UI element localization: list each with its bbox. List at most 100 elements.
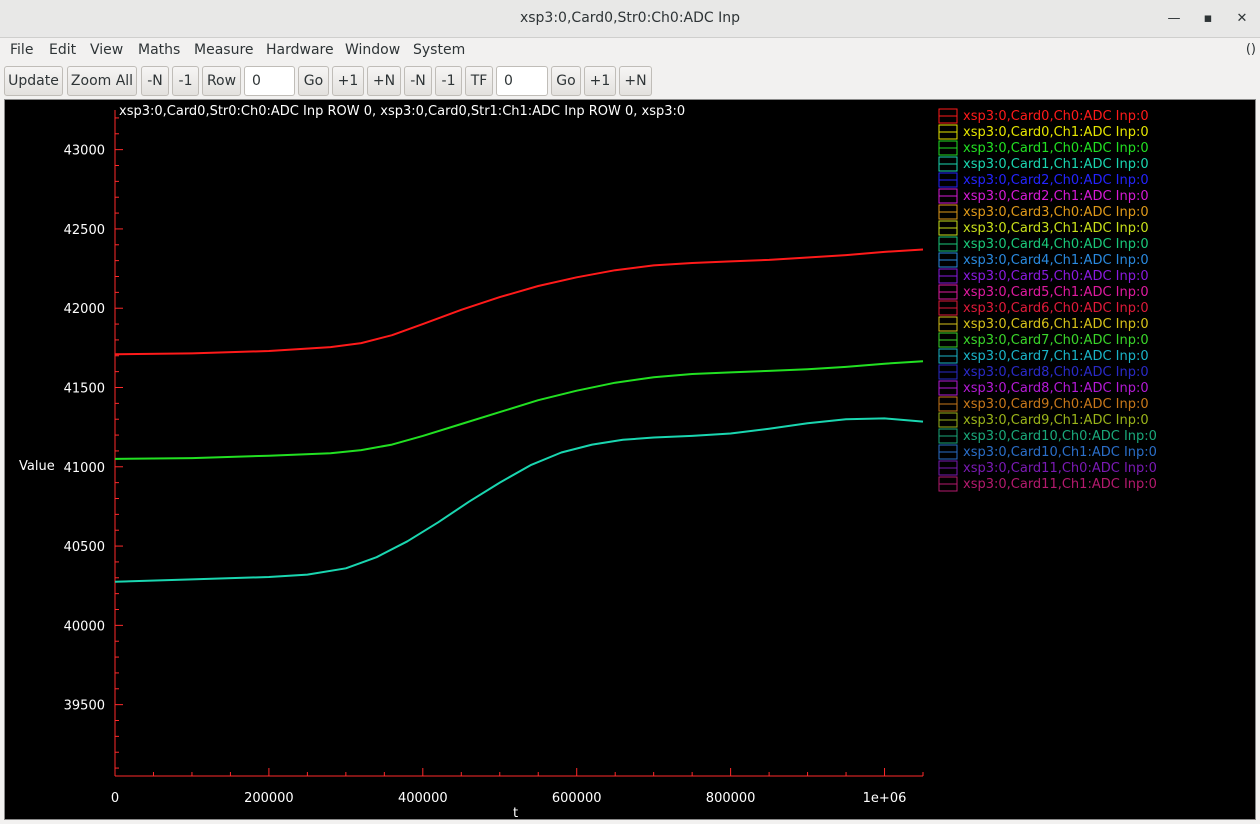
legend-entry[interactable]: xsp3:0,Card3,Ch1:ADC Inp:0 [938, 220, 1149, 236]
tf-input[interactable] [496, 66, 548, 96]
series-layer [114, 248, 924, 583]
legend-entry[interactable]: xsp3:0,Card6,Ch1:ADC Inp:0 [938, 316, 1149, 332]
legend-entry[interactable]: xsp3:0,Card3,Ch0:ADC Inp:0 [938, 204, 1149, 220]
legend-label: xsp3:0,Card8,Ch0:ADC Inp:0 [963, 365, 1149, 380]
legend-label: xsp3:0,Card8,Ch1:ADC Inp:0 [963, 381, 1149, 396]
legend-label: xsp3:0,Card9,Ch0:ADC Inp:0 [963, 397, 1149, 412]
maximize-icon[interactable]: ▪ [1198, 9, 1218, 29]
legend-label: xsp3:0,Card7,Ch1:ADC Inp:0 [963, 349, 1149, 364]
menu-window[interactable]: Window [345, 42, 400, 58]
menu-system[interactable]: System [413, 42, 465, 58]
series-line-2 [114, 360, 924, 460]
legend-entry[interactable]: xsp3:0,Card0,Ch0:ADC Inp:0 [938, 108, 1149, 124]
y-tick-label: 40000 [64, 619, 105, 634]
legend-label: xsp3:0,Card2,Ch1:ADC Inp:0 [963, 189, 1149, 204]
x-tick-label: 0 [111, 791, 119, 806]
x-tick-label: 1e+06 [863, 791, 907, 806]
row-plus-1-button[interactable]: +1 [332, 66, 364, 96]
legend-label: xsp3:0,Card2,Ch0:ADC Inp:0 [963, 173, 1149, 188]
x-tick-label: 400000 [398, 791, 448, 806]
close-icon[interactable]: ✕ [1232, 9, 1252, 29]
toolbar: Update Zoom All -N -1 Row Go +1 +N -N -1… [0, 64, 1260, 98]
menu-view[interactable]: View [90, 42, 123, 58]
legend-label: xsp3:0,Card4,Ch0:ADC Inp:0 [963, 237, 1149, 252]
row-button[interactable]: Row [202, 66, 241, 96]
menu-measure[interactable]: Measure [194, 42, 254, 58]
y-tick-label: 43000 [64, 144, 105, 159]
legend-entry[interactable]: xsp3:0,Card10,Ch1:ADC Inp:0 [938, 444, 1157, 460]
legend-entry[interactable]: xsp3:0,Card2,Ch1:ADC Inp:0 [938, 188, 1149, 204]
y-tick-label: 42000 [64, 302, 105, 317]
legend-entry[interactable]: xsp3:0,Card6,Ch0:ADC Inp:0 [938, 300, 1149, 316]
legend-entry[interactable]: xsp3:0,Card5,Ch1:ADC Inp:0 [938, 284, 1149, 300]
legend-entry[interactable]: xsp3:0,Card5,Ch0:ADC Inp:0 [938, 268, 1149, 284]
menu-hardware[interactable]: Hardware [266, 42, 334, 58]
y-tick-label: 41500 [64, 382, 105, 397]
row-input[interactable] [244, 66, 295, 96]
legend-entry[interactable]: xsp3:0,Card8,Ch0:ADC Inp:0 [938, 364, 1149, 380]
series-line-0 [114, 248, 924, 356]
legend-entry[interactable]: xsp3:0,Card4,Ch0:ADC Inp:0 [938, 236, 1149, 252]
legend-label: xsp3:0,Card4,Ch1:ADC Inp:0 [963, 253, 1149, 268]
zoom-all-button[interactable]: Zoom All [67, 66, 137, 96]
menu-edit[interactable]: Edit [49, 42, 76, 58]
row-minus-n-button[interactable]: -N [141, 66, 169, 96]
legend-label: xsp3:0,Card0,Ch0:ADC Inp:0 [963, 109, 1149, 124]
menu-bar: File Edit View Maths Measure Hardware Wi… [0, 38, 1260, 64]
y-tick-label: 42500 [64, 223, 105, 238]
y-tick-label: 39500 [64, 699, 105, 714]
legend-label: xsp3:0,Card3,Ch1:ADC Inp:0 [963, 221, 1149, 236]
window-title: xsp3:0,Card0,Str0:Ch0:ADC Inp [519, 10, 741, 26]
x-tick-label: 800000 [706, 791, 756, 806]
x-tick-label: 200000 [244, 791, 294, 806]
legend-entry[interactable]: xsp3:0,Card10,Ch0:ADC Inp:0 [938, 428, 1157, 444]
legend[interactable]: xsp3:0,Card0,Ch0:ADC Inp:0xsp3:0,Card0,C… [938, 108, 1157, 492]
legend-label: xsp3:0,Card1,Ch0:ADC Inp:0 [963, 141, 1149, 156]
legend-entry[interactable]: xsp3:0,Card4,Ch1:ADC Inp:0 [938, 252, 1149, 268]
legend-entry[interactable]: xsp3:0,Card0,Ch1:ADC Inp:0 [938, 124, 1149, 140]
row-plus-n-button[interactable]: +N [367, 66, 401, 96]
legend-entry[interactable]: xsp3:0,Card9,Ch0:ADC Inp:0 [938, 396, 1149, 412]
tf-button[interactable]: TF [465, 66, 493, 96]
legend-label: xsp3:0,Card10,Ch1:ADC Inp:0 [963, 445, 1157, 460]
legend-label: xsp3:0,Card10,Ch0:ADC Inp:0 [963, 429, 1157, 444]
row-minus-1-button[interactable]: -1 [172, 66, 199, 96]
menu-maths[interactable]: Maths [138, 42, 180, 58]
tf-go-button[interactable]: Go [551, 66, 581, 96]
plot-area[interactable]: xsp3:0,Card0,Str0:Ch0:ADC Inp ROW 0, xsp… [4, 99, 1256, 820]
legend-entry[interactable]: xsp3:0,Card11,Ch0:ADC Inp:0 [938, 460, 1157, 476]
legend-entry[interactable]: xsp3:0,Card1,Ch1:ADC Inp:0 [938, 156, 1149, 172]
line-chart[interactable]: xsp3:0,Card0,Str0:Ch0:ADC Inp ROW 0, xsp… [5, 100, 1255, 819]
menu-extra[interactable]: () [1246, 42, 1256, 57]
tf-plus-1-button[interactable]: +1 [584, 66, 616, 96]
x-axis-label: t [513, 806, 518, 819]
y-tick-label: 40500 [64, 540, 105, 555]
tf-minus-n-button[interactable]: -N [404, 66, 432, 96]
tf-plus-n-button[interactable]: +N [619, 66, 652, 96]
row-go-button[interactable]: Go [298, 66, 329, 96]
legend-entry[interactable]: xsp3:0,Card8,Ch1:ADC Inp:0 [938, 380, 1149, 396]
legend-entry[interactable]: xsp3:0,Card2,Ch0:ADC Inp:0 [938, 172, 1149, 188]
x-tick-label: 600000 [552, 791, 602, 806]
minimize-icon[interactable]: — [1164, 9, 1184, 29]
legend-label: xsp3:0,Card0,Ch1:ADC Inp:0 [963, 125, 1149, 140]
y-tick-label: 41000 [64, 461, 105, 476]
legend-label: xsp3:0,Card11,Ch1:ADC Inp:0 [963, 477, 1157, 492]
update-button[interactable]: Update [4, 66, 63, 96]
legend-entry[interactable]: xsp3:0,Card7,Ch0:ADC Inp:0 [938, 332, 1149, 348]
legend-entry[interactable]: xsp3:0,Card1,Ch0:ADC Inp:0 [938, 140, 1149, 156]
tf-minus-1-button[interactable]: -1 [435, 66, 462, 96]
title-bar: xsp3:0,Card0,Str0:Ch0:ADC Inp — ▪ ✕ [0, 0, 1260, 38]
legend-label: xsp3:0,Card1,Ch1:ADC Inp:0 [963, 157, 1149, 172]
legend-entry[interactable]: xsp3:0,Card9,Ch1:ADC Inp:0 [938, 412, 1149, 428]
legend-label: xsp3:0,Card6,Ch1:ADC Inp:0 [963, 317, 1149, 332]
legend-label: xsp3:0,Card9,Ch1:ADC Inp:0 [963, 413, 1149, 428]
legend-label: xsp3:0,Card6,Ch0:ADC Inp:0 [963, 301, 1149, 316]
legend-label: xsp3:0,Card3,Ch0:ADC Inp:0 [963, 205, 1149, 220]
legend-label: xsp3:0,Card5,Ch0:ADC Inp:0 [963, 269, 1149, 284]
legend-label: xsp3:0,Card5,Ch1:ADC Inp:0 [963, 285, 1149, 300]
legend-entry[interactable]: xsp3:0,Card7,Ch1:ADC Inp:0 [938, 348, 1149, 364]
menu-file[interactable]: File [10, 42, 33, 58]
legend-entry[interactable]: xsp3:0,Card11,Ch1:ADC Inp:0 [938, 476, 1157, 492]
legend-label: xsp3:0,Card7,Ch0:ADC Inp:0 [963, 333, 1149, 348]
